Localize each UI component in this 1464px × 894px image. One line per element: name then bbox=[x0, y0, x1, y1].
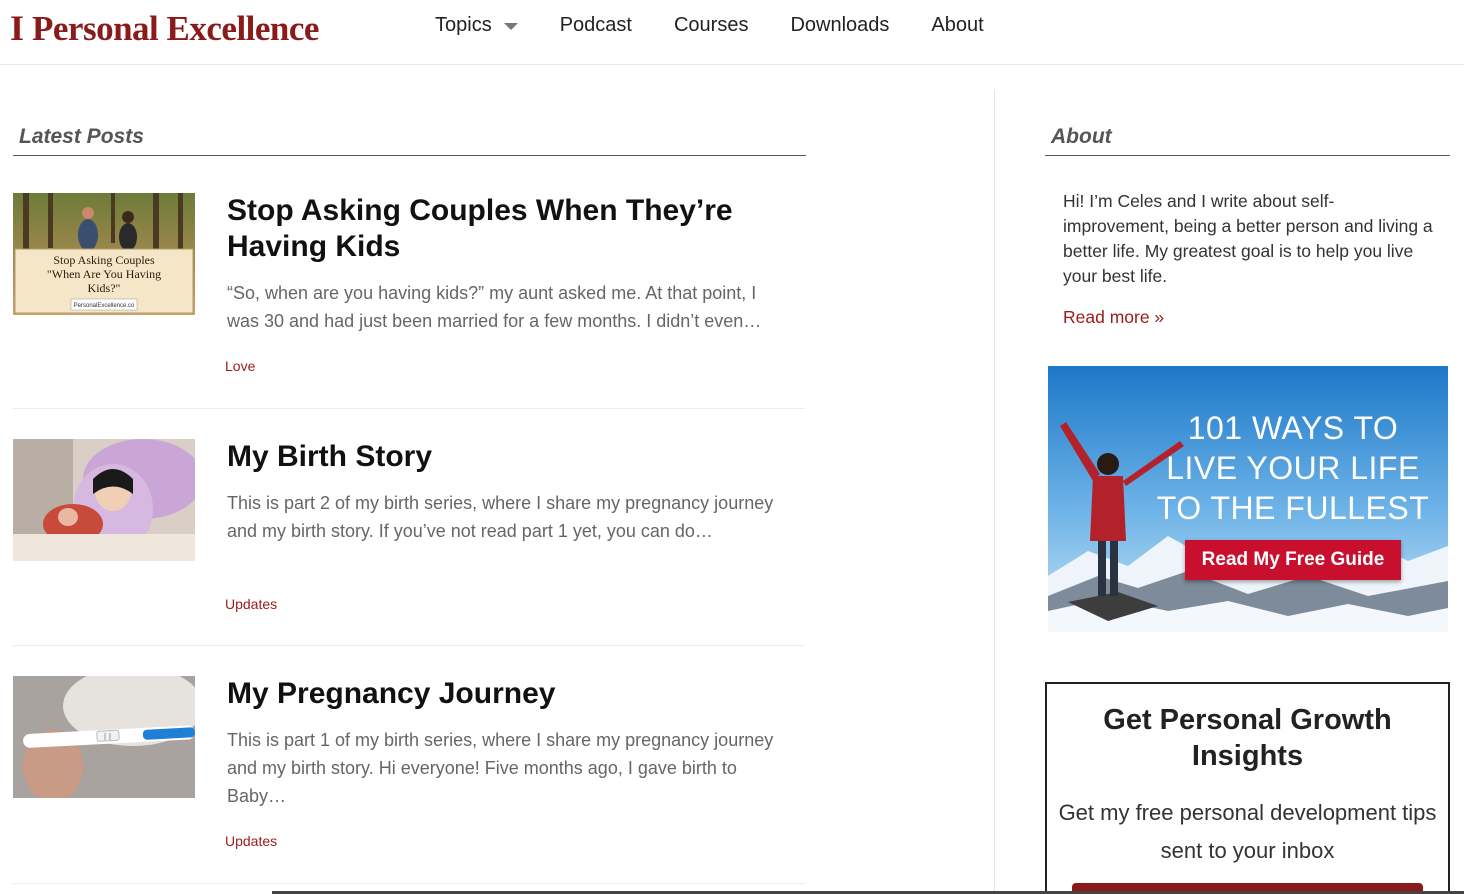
post-thumbnail-image bbox=[13, 439, 195, 561]
post-excerpt: This is part 2 of my birth series, where… bbox=[227, 493, 774, 541]
post-excerpt: This is part 1 of my birth series, where… bbox=[227, 730, 774, 806]
post-title[interactable]: Stop Asking Couples When They’re Having … bbox=[227, 193, 787, 265]
post-category[interactable]: Love bbox=[225, 358, 255, 374]
nav-item-label: About bbox=[931, 14, 984, 36]
read-more-link[interactable]: Read more » bbox=[1063, 307, 1164, 328]
thumb-caption-2: "When Are You Having bbox=[47, 267, 161, 281]
logo-text: Personal Excellence bbox=[32, 8, 319, 48]
nav-item-topics[interactable]: Topics bbox=[435, 14, 518, 37]
logo-mark-icon: I bbox=[10, 8, 25, 48]
thumb-caption-1: Stop Asking Couples bbox=[53, 253, 155, 267]
promo-banner[interactable]: 101 WAYS TO LIVE YOUR LIFE TO THE FULLES… bbox=[1048, 366, 1448, 632]
post-divider bbox=[13, 883, 805, 884]
newsletter-optin-box: Get Personal Growth Insights Get my free… bbox=[1045, 682, 1450, 894]
site-header: I Personal Excellence Topics Podcast Cou… bbox=[0, 0, 1464, 65]
column-divider bbox=[994, 90, 995, 894]
nav-item-label: Topics bbox=[435, 14, 492, 36]
promo-line-3: TO THE FULLEST bbox=[1156, 490, 1430, 526]
post-divider bbox=[13, 645, 805, 646]
read-free-guide-button[interactable]: Read My Free Guide bbox=[1185, 540, 1401, 580]
post-category[interactable]: Updates bbox=[225, 596, 277, 612]
about-text: Hi! I’m Celes and I write about self-imp… bbox=[1063, 191, 1433, 286]
nav-item-courses[interactable]: Courses bbox=[674, 14, 748, 37]
post-thumbnail[interactable] bbox=[13, 676, 195, 798]
nav-item-about[interactable]: About bbox=[931, 14, 983, 37]
post-title[interactable]: My Birth Story bbox=[227, 439, 787, 475]
optin-title: Get Personal Growth Insights bbox=[1103, 704, 1392, 772]
post-card: My Pregnancy Journey This is part 1 of m… bbox=[13, 676, 805, 886]
section-title: About bbox=[1051, 125, 1112, 148]
nav-item-downloads[interactable]: Downloads bbox=[790, 14, 889, 37]
thumb-caption-3: Kids?" bbox=[88, 281, 121, 295]
thumb-caption-4: PersonalExcellence.co bbox=[74, 303, 135, 309]
nav-item-label: Podcast bbox=[559, 14, 632, 36]
latest-posts-heading: Latest Posts bbox=[13, 89, 806, 156]
site-logo[interactable]: I Personal Excellence bbox=[10, 8, 319, 48]
post-thumbnail-image: Stop Asking Couples "When Are You Having… bbox=[13, 193, 195, 315]
nav-item-label: Courses bbox=[673, 14, 749, 36]
post-thumbnail-image bbox=[13, 676, 195, 798]
section-title: Latest Posts bbox=[19, 125, 144, 148]
post-title[interactable]: My Pregnancy Journey bbox=[227, 676, 787, 712]
chevron-down-icon bbox=[503, 23, 518, 30]
nav-item-label: Downloads bbox=[790, 14, 890, 36]
about-heading: About bbox=[1045, 89, 1450, 156]
post-excerpt: “So, when are you having kids?” my aunt … bbox=[227, 283, 762, 331]
post-thumbnail[interactable] bbox=[13, 439, 195, 561]
post-category[interactable]: Updates bbox=[225, 833, 277, 849]
post-card: My Birth Story This is part 2 of my birt… bbox=[13, 439, 805, 646]
optin-subtitle: Get my free personal development tips se… bbox=[1058, 800, 1437, 863]
post-divider bbox=[13, 408, 805, 409]
main-nav: Topics Podcast Courses Downloads About bbox=[435, 14, 1026, 37]
promo-line-1: 101 WAYS TO bbox=[1187, 410, 1399, 446]
promo-line-2: LIVE YOUR LIFE bbox=[1166, 450, 1420, 486]
post-thumbnail[interactable]: Stop Asking Couples "When Are You Having… bbox=[13, 193, 195, 315]
nav-item-podcast[interactable]: Podcast bbox=[560, 14, 632, 37]
post-card: Stop Asking Couples "When Are You Having… bbox=[13, 193, 805, 409]
